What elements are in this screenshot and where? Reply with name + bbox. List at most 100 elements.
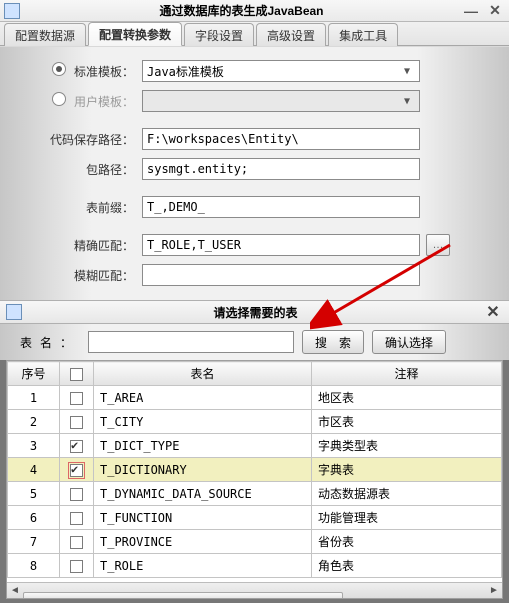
cell-check[interactable] <box>60 458 94 482</box>
table-row[interactable]: 8T_ROLE角色表 <box>8 554 502 578</box>
picker-title: 请选择需要的表 <box>28 304 483 321</box>
table-wrap: 序号 表名 注释 1T_AREA地区表2 T_CITY市区表3T_DICT_TYP… <box>6 360 503 599</box>
col-checkall[interactable] <box>60 362 94 386</box>
cell-comment: 省份表 <box>312 530 502 554</box>
user-template-label: 用户模板： <box>74 95 134 109</box>
save-path-input[interactable]: F:\workspaces\Entity\ <box>142 128 420 150</box>
std-template-radio-wrap[interactable]: 标准模板： <box>30 62 142 80</box>
fuzzy-input[interactable] <box>142 264 420 286</box>
cell-comment: 角色表 <box>312 554 502 578</box>
table-row[interactable]: 5 T_DYNAMIC_DATA_SOURCE动态数据源表 <box>8 482 502 506</box>
cell-comment: 动态数据源表 <box>312 482 502 506</box>
prefix-label: 表前缀： <box>30 199 142 216</box>
horizontal-scrollbar[interactable]: ◄ ► <box>7 582 502 598</box>
close-button[interactable]: ✕ <box>485 3 505 19</box>
search-button[interactable]: 搜 索 <box>302 330 364 354</box>
app-icon <box>4 3 20 19</box>
picker-window: 请选择需要的表 ✕ 表名： 搜 索 确认选择 序号 表名 注释 1T_AREA地… <box>0 300 509 603</box>
picker-titlebar: 请选择需要的表 ✕ <box>0 300 509 324</box>
cell-comment: 字典表 <box>312 458 502 482</box>
exact-browse-button[interactable]: … <box>426 234 450 256</box>
tabbar: 配置数据源配置转换参数字段设置高级设置集成工具 <box>0 22 509 46</box>
col-name[interactable]: 表名 <box>94 362 312 386</box>
cell-check[interactable] <box>60 386 94 410</box>
row-checkbox[interactable] <box>70 488 83 501</box>
window-title: 通过数据库的表生成JavaBean <box>26 2 457 19</box>
std-template-label: 标准模板： <box>74 65 134 79</box>
cell-idx: 5 <box>8 482 60 506</box>
col-idx[interactable]: 序号 <box>8 362 60 386</box>
table-row[interactable]: 6T_FUNCTION功能管理表 <box>8 506 502 530</box>
tab-0[interactable]: 配置数据源 <box>4 23 86 46</box>
chevron-down-icon: ▼ <box>399 96 415 107</box>
cell-check[interactable] <box>60 482 94 506</box>
row-checkbox[interactable] <box>70 440 83 453</box>
cell-check[interactable] <box>60 530 94 554</box>
user-template-radio-wrap[interactable]: 用户模板： <box>30 92 142 110</box>
app-icon <box>6 304 22 320</box>
cell-idx: 7 <box>8 530 60 554</box>
row-checkbox[interactable] <box>70 392 83 405</box>
table-row[interactable]: 4 T_DICTIONARY字典表 <box>8 458 502 482</box>
exact-value: T_ROLE,T_USER <box>147 238 241 252</box>
scroll-left-icon[interactable]: ◄ <box>7 583 23 599</box>
tab-4[interactable]: 集成工具 <box>328 23 398 46</box>
picker-close-button[interactable]: ✕ <box>483 302 503 322</box>
cell-idx: 8 <box>8 554 60 578</box>
cell-name: T_DYNAMIC_DATA_SOURCE <box>94 482 312 506</box>
exact-input[interactable]: T_ROLE,T_USER <box>142 234 420 256</box>
row-checkbox[interactable] <box>70 560 83 573</box>
save-path-label: 代码保存路径： <box>30 131 142 148</box>
form-area: 标准模板： Java标准模板 ▼ 用户模板： ▼ 代码保存路径： F:\work… <box>0 46 509 300</box>
cell-check[interactable] <box>60 410 94 434</box>
table-row[interactable]: 1T_AREA地区表 <box>8 386 502 410</box>
cell-idx: 2 <box>8 410 60 434</box>
col-comment[interactable]: 注释 <box>312 362 502 386</box>
prefix-input[interactable]: T_,DEMO_ <box>142 196 420 218</box>
std-template-value: Java标准模板 <box>147 63 224 80</box>
checkall-checkbox[interactable] <box>70 368 83 381</box>
table-row[interactable]: 3T_DICT_TYPE字典类型表 <box>8 434 502 458</box>
scroll-right-icon[interactable]: ► <box>486 583 502 599</box>
std-template-combo[interactable]: Java标准模板 ▼ <box>142 60 420 82</box>
tab-1[interactable]: 配置转换参数 <box>88 22 182 46</box>
cell-comment: 字典类型表 <box>312 434 502 458</box>
scroll-thumb[interactable] <box>23 592 343 600</box>
exact-label: 精确匹配： <box>30 237 142 254</box>
row-checkbox[interactable] <box>70 464 83 477</box>
cell-name: T_CITY <box>94 410 312 434</box>
fuzzy-label: 模糊匹配： <box>30 267 142 284</box>
titlebar: 通过数据库的表生成JavaBean — ✕ <box>0 0 509 22</box>
pkg-input[interactable]: sysmgt.entity; <box>142 158 420 180</box>
table-row[interactable]: 7T_PROVINCE省份表 <box>8 530 502 554</box>
confirm-button-label: 确认选择 <box>385 334 433 351</box>
cell-name: T_DICTIONARY <box>94 458 312 482</box>
search-input[interactable] <box>88 331 294 353</box>
minimize-button[interactable]: — <box>461 3 481 19</box>
user-template-radio[interactable] <box>52 92 66 106</box>
confirm-button[interactable]: 确认选择 <box>372 330 446 354</box>
table-header-row: 序号 表名 注释 <box>8 362 502 386</box>
tab-2[interactable]: 字段设置 <box>184 23 254 46</box>
cell-idx: 6 <box>8 506 60 530</box>
cell-check[interactable] <box>60 506 94 530</box>
row-checkbox[interactable] <box>70 536 83 549</box>
cell-check[interactable] <box>60 434 94 458</box>
cell-comment: 地区表 <box>312 386 502 410</box>
search-label: 表名： <box>18 334 88 351</box>
row-checkbox[interactable] <box>70 512 83 525</box>
cell-name: T_AREA <box>94 386 312 410</box>
pkg-label: 包路径： <box>30 161 142 178</box>
cell-check[interactable] <box>60 554 94 578</box>
prefix-value: T_,DEMO_ <box>147 200 205 214</box>
search-bar: 表名： 搜 索 确认选择 <box>0 324 509 360</box>
table-row[interactable]: 2 T_CITY市区表 <box>8 410 502 434</box>
std-template-radio[interactable] <box>52 62 66 76</box>
cell-comment: 市区表 <box>312 410 502 434</box>
user-template-combo: ▼ <box>142 90 420 112</box>
row-checkbox[interactable] <box>70 416 83 429</box>
chevron-down-icon: ▼ <box>399 66 415 77</box>
cell-idx: 4 <box>8 458 60 482</box>
tab-3[interactable]: 高级设置 <box>256 23 326 46</box>
pkg-value: sysmgt.entity; <box>147 162 248 176</box>
